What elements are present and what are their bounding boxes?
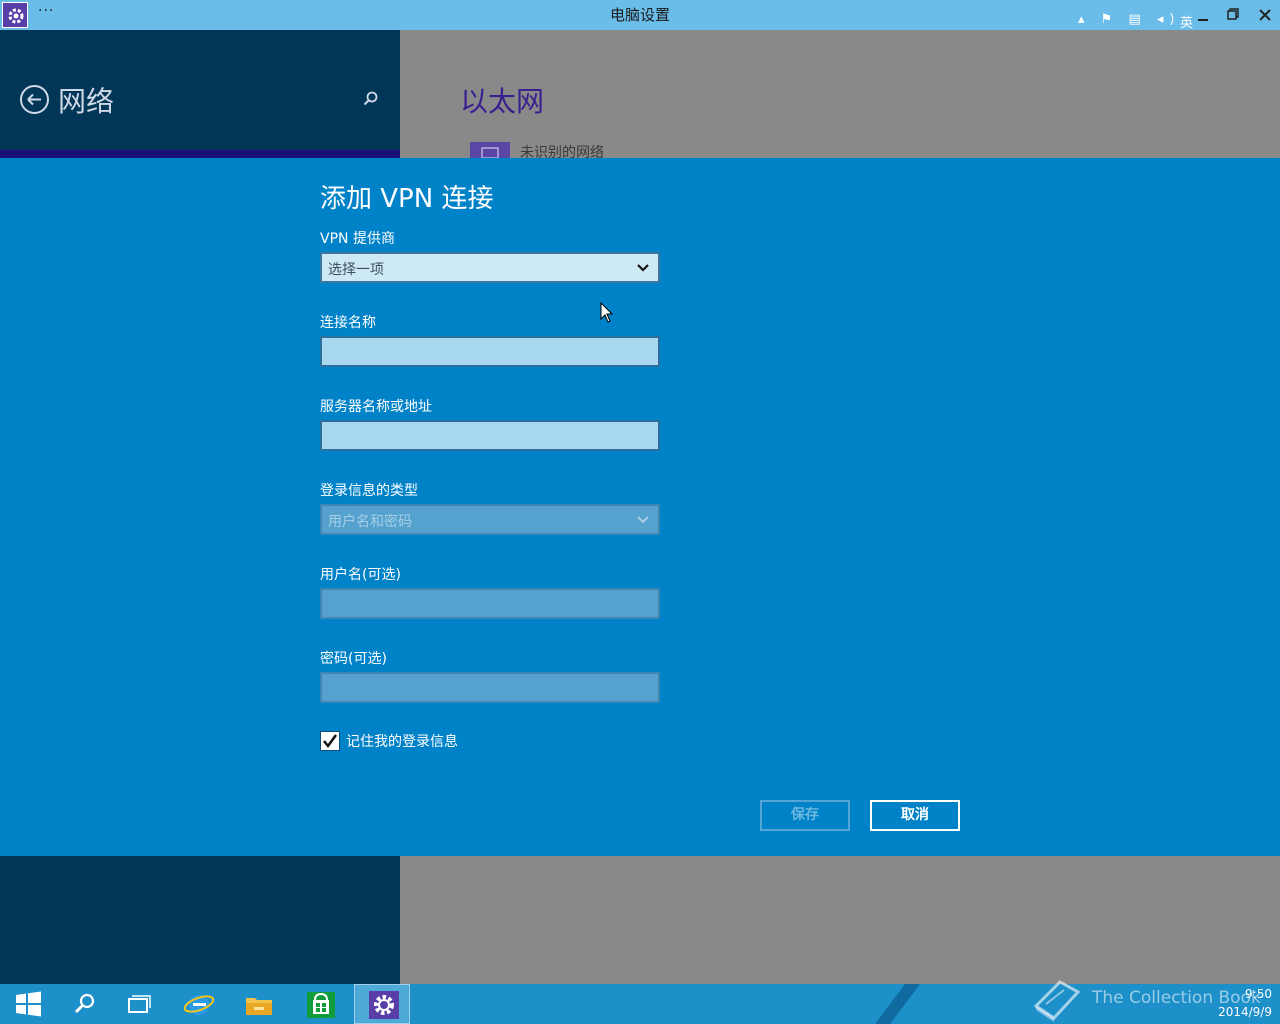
search-icon xyxy=(74,993,95,1014)
taskbar xyxy=(0,984,1280,1024)
chevron-down-icon xyxy=(637,516,649,524)
file-explorer-button[interactable] xyxy=(230,984,286,1024)
network-icon xyxy=(470,142,510,158)
signin-type-value: 用户名和密码 xyxy=(328,514,412,530)
username-label: 用户名(可选) xyxy=(320,567,401,583)
vpn-provider-value: 选择一项 xyxy=(328,262,384,278)
settings-gear-icon[interactable] xyxy=(2,2,28,28)
back-arrow-icon[interactable] xyxy=(19,84,50,115)
signin-type-label: 登录信息的类型 xyxy=(320,483,418,499)
taskbar-decoration xyxy=(875,984,920,1024)
book-logo-icon xyxy=(1033,980,1081,1022)
password-label: 密码(可选) xyxy=(320,651,387,667)
network-name[interactable]: 未识别的网络 xyxy=(520,142,604,158)
dialog-title: 添加 VPN 连接 xyxy=(320,184,494,214)
pc-settings-button[interactable] xyxy=(354,984,410,1024)
nav-accent-bar xyxy=(0,150,400,158)
app-commands-menu[interactable]: ··· xyxy=(38,3,54,19)
folder-icon xyxy=(246,998,272,1015)
connection-name-input[interactable] xyxy=(320,336,660,367)
mouse-cursor-icon xyxy=(600,301,614,328)
username-input[interactable] xyxy=(320,588,660,619)
windows-logo-icon xyxy=(16,991,41,1017)
remember-signin-label[interactable]: 记住我的登录信息 xyxy=(346,731,458,751)
settings-gear-icon xyxy=(369,991,399,1019)
store-bag-icon xyxy=(307,992,335,1018)
remember-signin-checkbox[interactable] xyxy=(320,731,340,751)
start-button[interactable] xyxy=(0,984,56,1024)
chevron-down-icon xyxy=(637,264,649,272)
connection-name-label: 连接名称 xyxy=(320,315,376,331)
store-button[interactable] xyxy=(292,984,348,1024)
content-page-title: 以太网 xyxy=(460,85,545,118)
server-address-input[interactable] xyxy=(320,420,660,451)
input-language-indicator[interactable]: 英 xyxy=(1180,12,1193,31)
watermark-text: The Collection Book xyxy=(1092,988,1261,1008)
task-view-icon xyxy=(128,995,151,1013)
internet-explorer-button[interactable] xyxy=(170,984,226,1024)
password-input[interactable] xyxy=(320,672,660,703)
system-tray-icons[interactable]: ▴ ⚑ ▤ ◂) xyxy=(1078,12,1180,27)
search-icon[interactable] xyxy=(361,89,381,109)
vpn-provider-label: VPN 提供商 xyxy=(320,231,395,247)
checkmark-icon xyxy=(323,734,338,749)
restore-button[interactable] xyxy=(1218,0,1248,30)
internet-explorer-icon xyxy=(184,995,214,1015)
signin-type-dropdown[interactable]: 用户名和密码 xyxy=(320,504,660,535)
server-address-label: 服务器名称或地址 xyxy=(320,399,432,415)
save-button[interactable]: 保存 xyxy=(760,800,850,831)
cancel-button[interactable]: 取消 xyxy=(870,800,960,831)
search-button[interactable] xyxy=(56,984,112,1024)
nav-pane-title: 网络 xyxy=(58,85,115,118)
close-button[interactable] xyxy=(1250,0,1280,30)
vpn-provider-dropdown[interactable]: 选择一项 xyxy=(320,252,660,283)
task-view-button[interactable] xyxy=(110,984,166,1024)
